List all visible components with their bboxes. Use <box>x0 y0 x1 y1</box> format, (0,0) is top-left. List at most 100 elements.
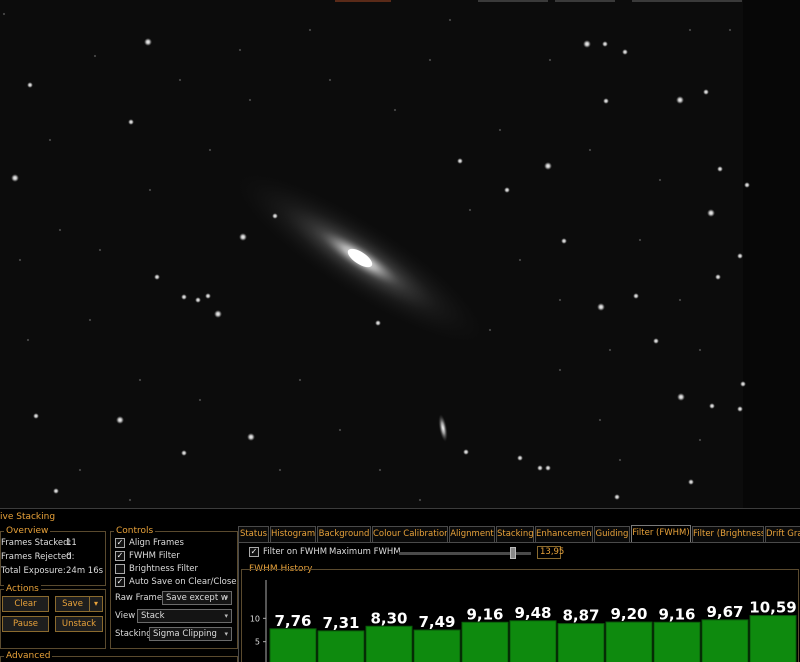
faint-star <box>678 298 682 302</box>
frames-rejected-label: Frames Rejected: <box>1 552 75 562</box>
raw-frames-select[interactable]: Save except w ▾ <box>162 591 232 605</box>
faint-star <box>728 28 732 32</box>
tab-filter-fwhm[interactable]: Filter (FWHM) <box>631 525 691 542</box>
filter-on-fwhm-checkbox[interactable]: ✓ <box>249 547 259 557</box>
fwhm-filter-label: FWHM Filter <box>129 551 180 561</box>
faint-star <box>393 108 397 112</box>
faint-star <box>418 498 422 502</box>
star <box>144 38 152 46</box>
tab-histogram[interactable]: Histogram <box>270 526 316 542</box>
faint-star <box>658 178 662 182</box>
faint-star <box>298 378 302 382</box>
auto-save-label: Auto Save on Clear/Close <box>129 577 237 587</box>
faint-star <box>488 328 492 332</box>
fwhm-bar <box>557 623 605 662</box>
total-exposure-value: 24m 16s <box>66 566 104 576</box>
total-exposure-label: Total Exposure: <box>1 566 66 576</box>
fwhm-filter-checkbox[interactable]: ✓ <box>115 551 125 561</box>
faint-star <box>688 28 692 32</box>
align-frames-label: Align Frames <box>129 538 184 548</box>
clear-button[interactable]: Clear <box>2 596 49 612</box>
chevron-down-icon: ▾ <box>224 612 228 620</box>
check-icon: ✓ <box>116 577 124 586</box>
faint-star <box>498 128 502 132</box>
faint-star <box>98 248 102 252</box>
star <box>614 494 620 500</box>
tab-stacking[interactable]: Stacking <box>496 526 534 542</box>
view-select[interactable]: Stack ▾ <box>137 609 232 623</box>
tab-filter-brightness[interactable]: Filter (Brightness) <box>692 526 764 542</box>
stacked-image-view[interactable] <box>0 0 800 508</box>
star <box>715 274 721 280</box>
star <box>517 455 523 461</box>
faint-star <box>598 418 602 422</box>
star <box>128 119 134 125</box>
star <box>537 465 543 471</box>
faint-star <box>338 428 342 432</box>
brightness-filter-checkbox[interactable] <box>115 564 125 574</box>
y-tick-label: 5 <box>255 638 260 647</box>
tab-alignment[interactable]: Alignment <box>449 526 495 542</box>
chevron-down-icon: ▾ <box>224 594 228 602</box>
star <box>457 158 463 164</box>
chevron-down-icon: ▾ <box>224 630 228 638</box>
auto-save-checkbox[interactable]: ✓ <box>115 577 125 587</box>
tab-guiding[interactable]: Guiding <box>594 526 630 542</box>
star <box>740 381 746 387</box>
frames-rejected-value: 0 <box>66 552 72 562</box>
faint-star <box>2 12 6 16</box>
star <box>545 465 551 471</box>
fwhm-history-frame: 10507,767,318,307,499,169,488,879,209,16… <box>241 569 799 662</box>
pause-button[interactable]: Pause <box>2 616 49 632</box>
fwhm-bar-label: 10,59 <box>749 599 796 617</box>
faint-star <box>428 58 432 62</box>
fwhm-bar <box>461 621 509 662</box>
view-value: Stack <box>141 611 165 621</box>
tab-background[interactable]: Background <box>317 526 371 542</box>
star <box>33 413 39 419</box>
align-frames-checkbox[interactable]: ✓ <box>115 538 125 548</box>
filter-on-fwhm-label: Filter on FWHM <box>263 547 328 557</box>
star <box>597 303 605 311</box>
faint-star <box>638 238 642 242</box>
tab-colour-calibration[interactable]: Colour Calibration <box>372 526 448 542</box>
faint-star <box>558 368 562 372</box>
galaxy-image <box>2 0 800 508</box>
actions-group: Actions Clear Save ▾ Pause Unstack <box>0 583 106 649</box>
stacking-select[interactable]: Sigma Clipping ▾ <box>149 627 232 641</box>
tab-enhancement[interactable]: Enhancement <box>535 526 593 542</box>
faint-star <box>208 148 212 152</box>
star <box>11 174 19 182</box>
star <box>239 233 247 241</box>
overview-group: Overview Frames Stacked: 11 Frames Rejec… <box>0 525 106 586</box>
star <box>195 297 201 303</box>
frames-stacked-value: 11 <box>66 538 77 548</box>
fwhm-bar <box>269 628 317 662</box>
unstack-button[interactable]: Unstack <box>55 616 103 632</box>
advanced-group[interactable]: Advanced <box>0 650 238 662</box>
fwhm-bar <box>749 615 797 662</box>
star <box>205 293 211 299</box>
star <box>53 488 59 494</box>
fwhm-bar-label: 9,20 <box>610 605 647 623</box>
star <box>583 40 591 48</box>
fwhm-bar-label: 8,87 <box>562 607 599 625</box>
save-button[interactable]: Save <box>55 596 90 612</box>
save-dropdown-arrow-icon[interactable]: ▾ <box>89 596 103 612</box>
fwhm-bar <box>701 619 749 662</box>
faint-star <box>378 468 382 472</box>
fwhm-bar-label: 9,16 <box>466 605 503 623</box>
star <box>116 416 124 424</box>
star <box>622 49 628 55</box>
star <box>677 393 685 401</box>
star <box>717 166 723 172</box>
tab-status[interactable]: Status <box>238 526 269 542</box>
star <box>272 213 278 219</box>
max-fwhm-input[interactable]: 13,95 <box>537 546 564 559</box>
faint-star <box>698 348 702 352</box>
max-fwhm-slider-thumb[interactable] <box>509 547 516 559</box>
star <box>688 479 694 485</box>
faint-star <box>468 208 472 212</box>
tab-drift-grap[interactable]: Drift Grap <box>765 526 800 542</box>
faint-star <box>248 98 252 102</box>
